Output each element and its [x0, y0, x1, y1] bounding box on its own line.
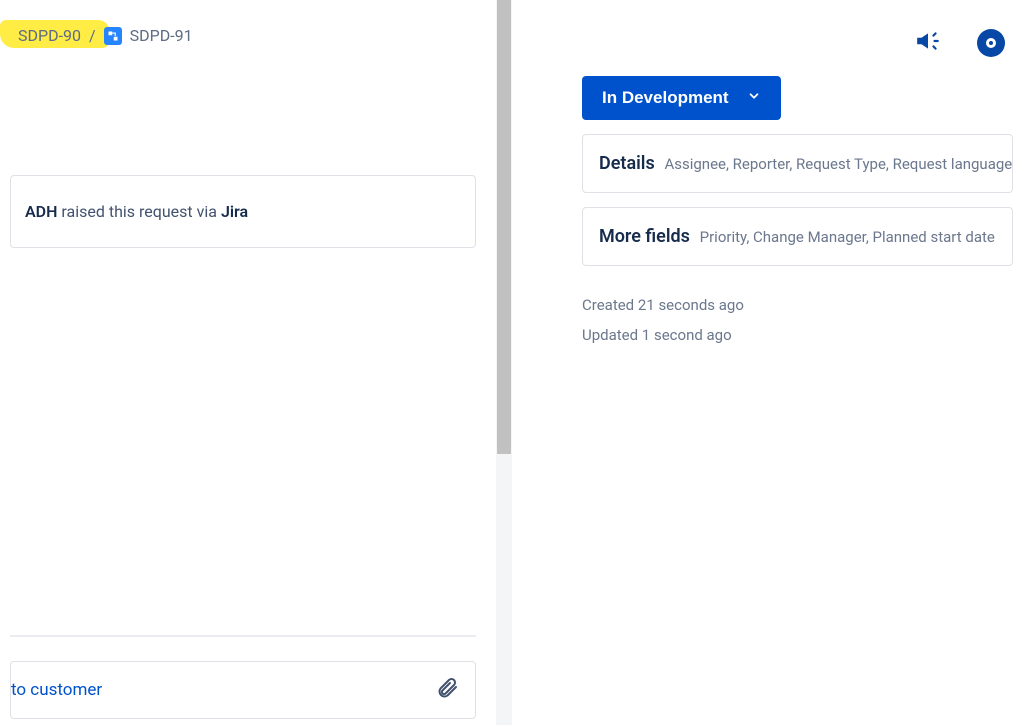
- scrollbar-track[interactable]: [496, 0, 512, 725]
- status-dropdown-button[interactable]: In Development: [582, 76, 781, 120]
- request-source: Jira: [221, 202, 248, 221]
- breadcrumb-parent-link[interactable]: SDPD-90: [18, 26, 81, 45]
- issue-side-pane: In Development Details Assignee, Reporte…: [512, 0, 1013, 725]
- issue-type-icon[interactable]: [104, 27, 122, 45]
- issue-main-pane: SDPD-90 / SDPD-91 ADH raised this reques…: [0, 0, 512, 725]
- updated-label: Updated 1 second ago: [582, 320, 1013, 350]
- reply-to-customer-box[interactable]: to customer: [10, 661, 476, 719]
- created-label: Created 21 seconds ago: [582, 290, 1013, 320]
- breadcrumb-child-link[interactable]: SDPD-91: [130, 26, 193, 45]
- chevron-down-icon: [747, 88, 761, 108]
- meta-dates: Created 21 seconds ago Updated 1 second …: [582, 290, 1013, 350]
- request-actor: ADH: [25, 202, 57, 221]
- more-fields-panel-summary: Priority, Change Manager, Planned start …: [700, 228, 995, 246]
- feedback-icon[interactable]: [915, 28, 941, 58]
- breadcrumb: SDPD-90 / SDPD-91: [0, 0, 512, 55]
- details-panel-title: Details: [599, 153, 655, 174]
- details-panel-summary: Assignee, Reporter, Request Type, Reques…: [664, 155, 1012, 173]
- status-label: In Development: [602, 88, 729, 108]
- request-middle-text: raised this request via: [57, 202, 221, 221]
- more-fields-panel[interactable]: More fields Priority, Change Manager, Pl…: [582, 207, 1013, 266]
- breadcrumb-separator: /: [89, 26, 96, 45]
- details-panel[interactable]: Details Assignee, Reporter, Request Type…: [582, 134, 1013, 193]
- request-origin-card: ADH raised this request via Jira: [10, 175, 476, 248]
- watch-icon[interactable]: [977, 29, 1005, 57]
- more-fields-panel-title: More fields: [599, 226, 690, 247]
- reply-to-customer-link[interactable]: to customer: [11, 680, 102, 700]
- divider: [10, 635, 476, 637]
- attachment-icon[interactable]: [435, 676, 459, 704]
- scrollbar-thumb[interactable]: [497, 0, 511, 454]
- reply-section: to customer: [10, 635, 476, 719]
